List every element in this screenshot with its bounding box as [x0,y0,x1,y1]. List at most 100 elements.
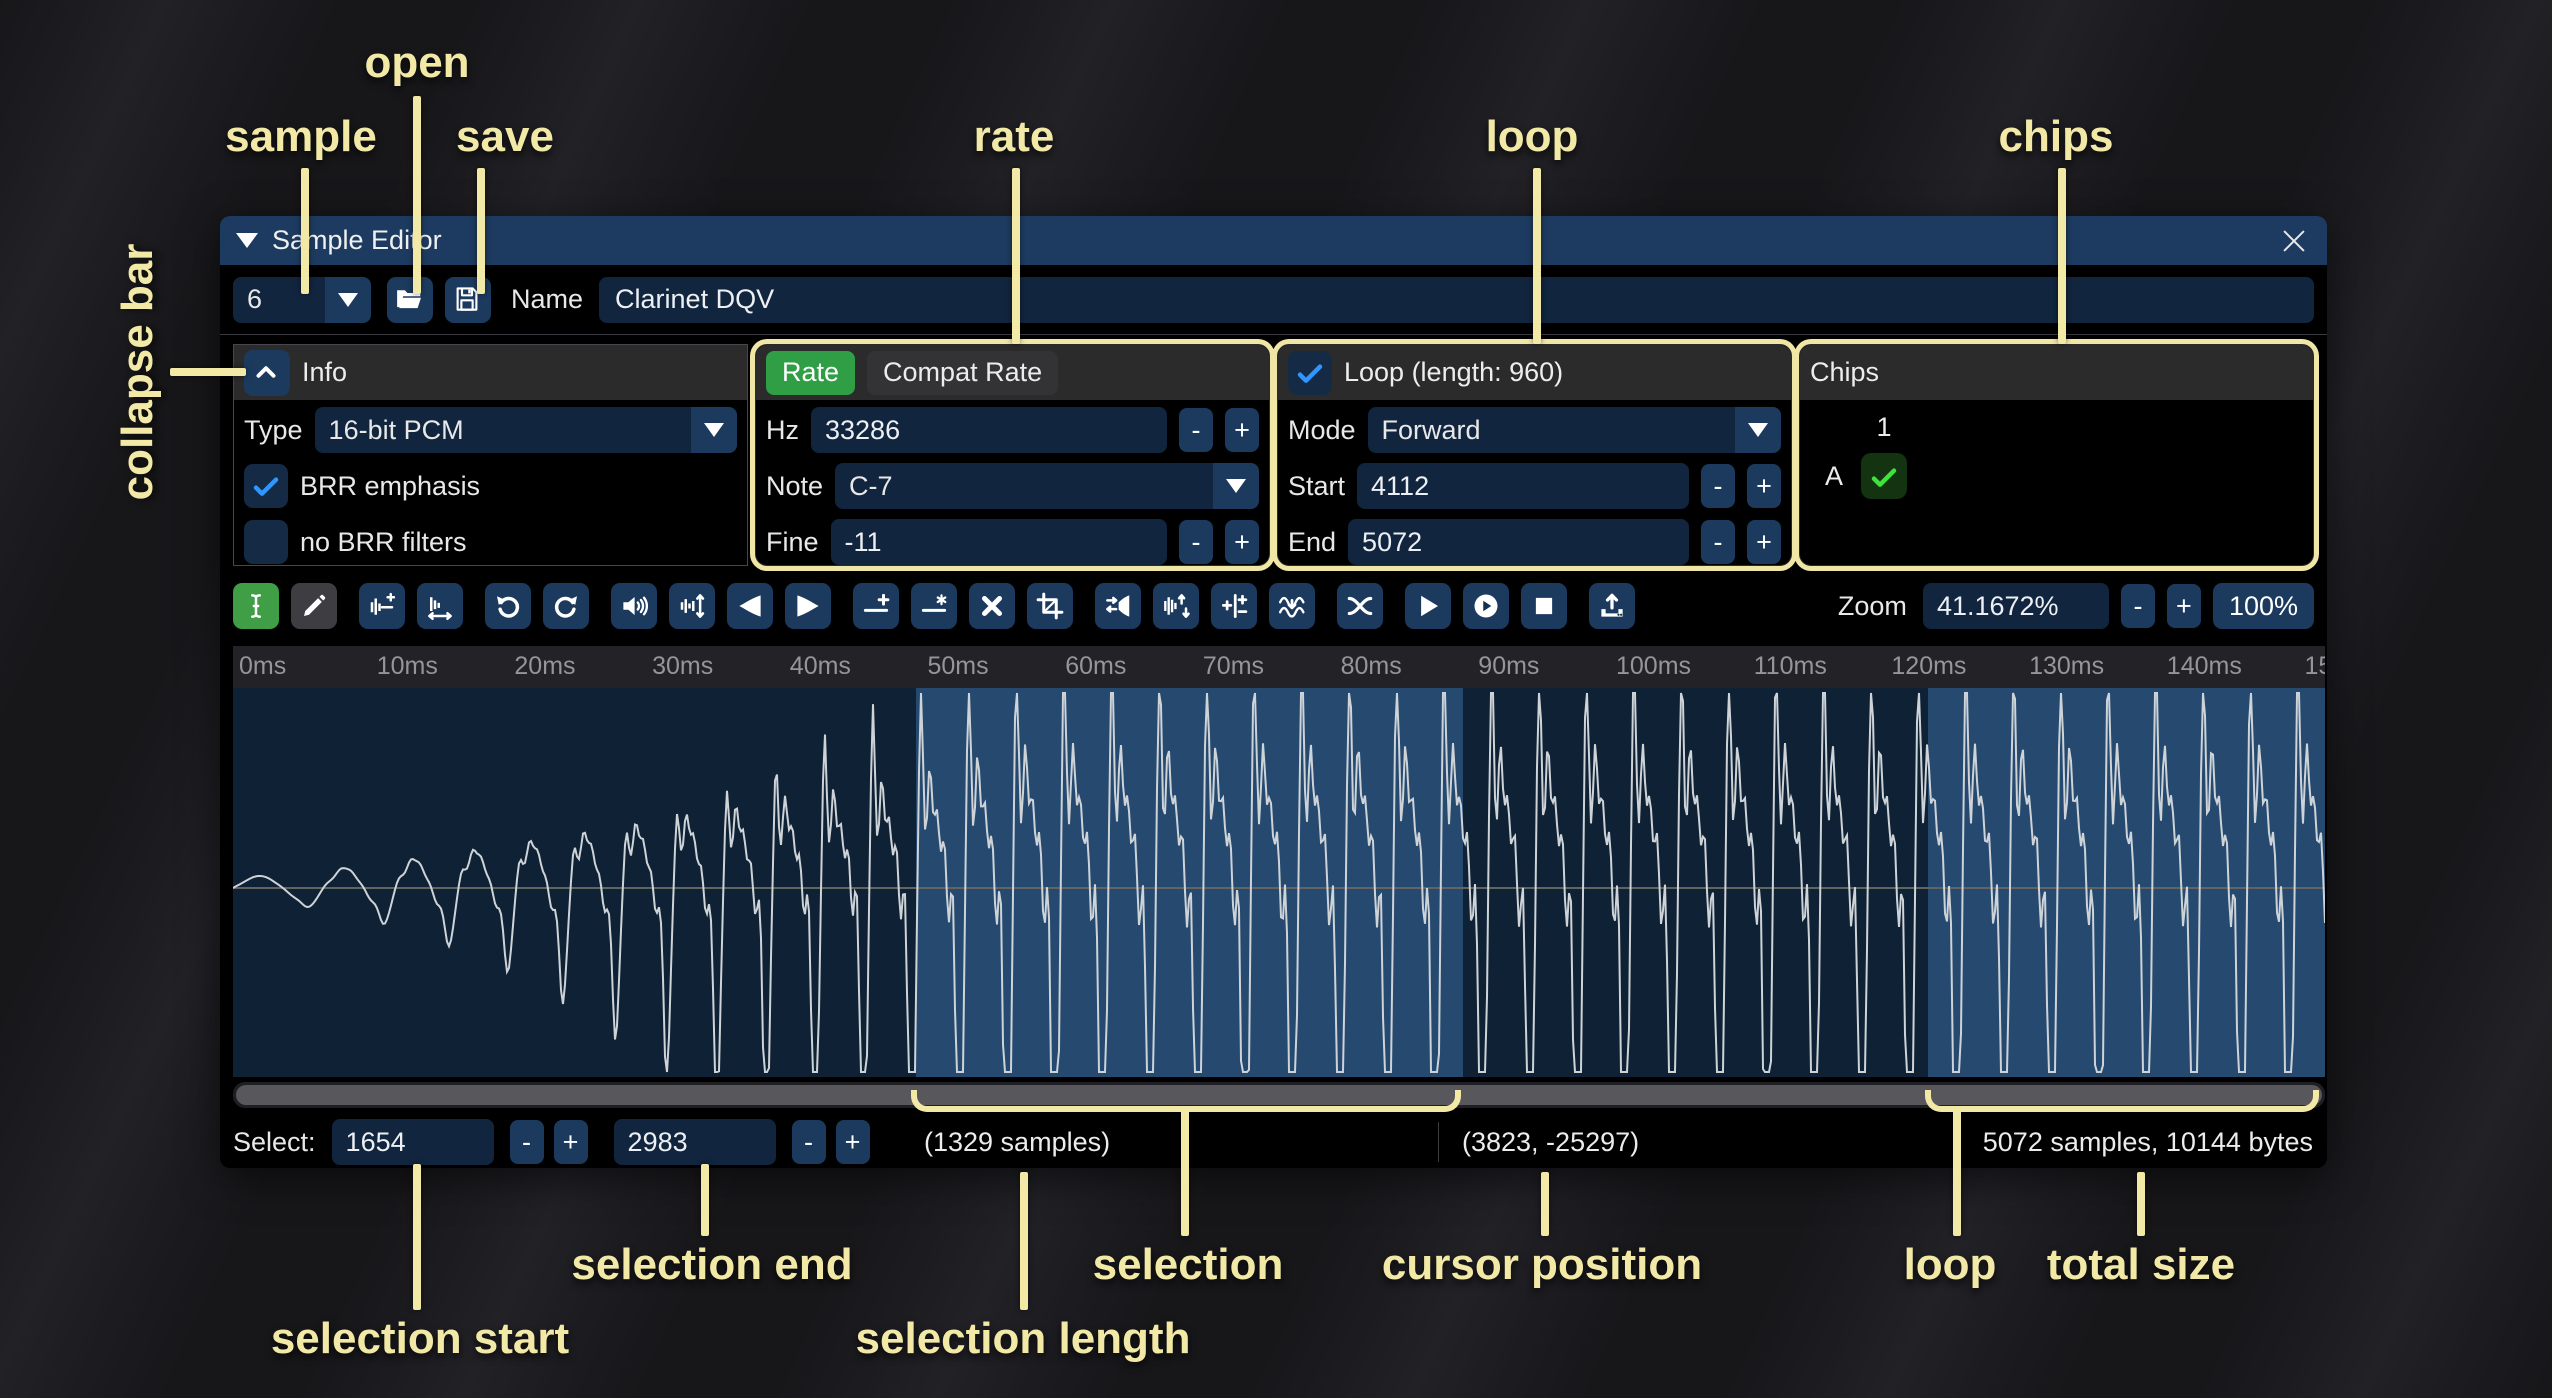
callout-line-selection-end [701,1164,709,1236]
redo-button[interactable] [543,583,589,629]
hz-input[interactable]: 33286 [811,407,1167,453]
collapse-bar-button[interactable] [244,350,290,396]
delete-icon [977,591,1007,621]
tab-rate[interactable]: Rate [766,351,855,395]
ruler-tick-label: 50ms [928,652,989,681]
insert-silence-button[interactable] [853,583,899,629]
chevron-down-icon[interactable] [691,407,737,453]
selection-end-decrement-button[interactable]: - [792,1120,826,1164]
zoom-value-input[interactable]: 41.1672% [1923,583,2109,629]
brr-emphasis-label: BRR emphasis [300,471,480,502]
open-sample-button[interactable] [387,277,433,323]
loop-end-input[interactable]: 5072 [1348,519,1689,565]
waveform-display[interactable] [233,688,2325,1077]
selection-start-increment-button[interactable]: + [554,1120,588,1164]
selection-start-input[interactable]: 1654 [332,1119,494,1165]
selection-end-increment-button[interactable]: + [836,1120,870,1164]
zoom-in-button[interactable]: + [2167,584,2201,628]
filter-button[interactable] [1269,583,1315,629]
callout-line-sample [301,168,309,294]
note-dropdown[interactable]: C-7 [835,463,1259,509]
fine-increment-button[interactable]: + [1225,520,1259,564]
zoom-out-button[interactable]: - [2121,584,2155,628]
annotation-cursor-position: cursor position [1382,1240,1702,1290]
apply-silence-button[interactable] [911,583,957,629]
note-value: C-7 [835,463,1213,509]
time-ruler[interactable]: 0ms10ms20ms30ms40ms50ms60ms70ms80ms90ms1… [233,646,2325,688]
close-icon[interactable] [2277,224,2311,258]
ruler-tick-label: 120ms [1891,652,1966,681]
selection-length-readout: (1329 samples) [924,1116,1110,1168]
callout-line-collapse-bar [170,368,246,376]
chips-section: Chips 1 A [1799,344,2314,566]
window-collapse-triangle-icon[interactable] [236,233,258,248]
import-icon [1597,591,1627,621]
crossfade-button[interactable] [1337,583,1383,629]
fine-input[interactable]: -11 [831,519,1167,565]
chevron-down-icon[interactable] [325,277,371,323]
edit-select-button[interactable] [233,583,279,629]
loop-end-increment-button[interactable]: + [1747,520,1781,564]
sample-name-input[interactable] [599,277,2314,323]
stop-button[interactable] [1521,583,1567,629]
invert-button[interactable] [1153,583,1199,629]
amplify-button[interactable] [611,583,657,629]
delete-button[interactable] [969,583,1015,629]
undo-button[interactable] [485,583,531,629]
draw-button[interactable] [291,583,337,629]
sample-number-value: 6 [233,277,325,323]
tab-compat-rate[interactable]: Compat Rate [867,351,1058,395]
brr-emphasis-checkbox[interactable] [244,464,288,508]
normalize-icon [677,591,707,621]
info-section: Info Type 16-bit PCM BRR emph [233,344,748,566]
loop-start-increment-button[interactable]: + [1747,464,1781,508]
total-size-readout: 5072 samples, 10144 bytes [1983,1116,2313,1168]
fade-in-button[interactable] [727,583,773,629]
check-icon [250,470,282,502]
window-titlebar[interactable]: Sample Editor [220,216,2327,265]
loop-start-decrement-button[interactable]: - [1701,464,1735,508]
ruler-tick-label: 110ms [1754,652,1827,681]
zoom-cluster: Zoom 41.1672% - + 100% [1838,583,2314,629]
ruler-tick-label: 90ms [1478,652,1539,681]
chips-title: Chips [1810,357,1879,388]
chevron-down-icon[interactable] [1735,407,1781,453]
crossfade-icon [1345,591,1375,621]
resample-button[interactable] [417,583,463,629]
loop-mode-dropdown[interactable]: Forward [1368,407,1781,453]
zoom-reset-button[interactable]: 100% [2213,583,2314,629]
selection-end-input[interactable]: 2983 [614,1119,776,1165]
info-title: Info [302,357,347,388]
zoom-label: Zoom [1838,591,1907,622]
chip-enable-checkbox[interactable] [1861,453,1907,499]
fade-out-button[interactable] [785,583,831,629]
preview-selection-button[interactable] [1463,583,1509,629]
loop-start-input[interactable]: 4112 [1357,463,1689,509]
sample-type-dropdown[interactable]: 16-bit PCM [315,407,737,453]
callout-line-selection-start [413,1164,421,1310]
loop-enable-checkbox[interactable] [1288,351,1332,395]
normalize-button[interactable] [669,583,715,629]
annotation-open: open [364,38,469,88]
fade-in-icon [735,591,765,621]
resize-button[interactable] [359,583,405,629]
annotation-total-size: total size [2047,1240,2235,1290]
hz-decrement-button[interactable]: - [1179,408,1213,452]
hz-increment-button[interactable]: + [1225,408,1259,452]
check-icon [1868,460,1900,492]
loop-end-decrement-button[interactable]: - [1701,520,1735,564]
trim-button[interactable] [1027,583,1073,629]
import-button[interactable] [1589,583,1635,629]
sign-convert-button[interactable] [1211,583,1257,629]
reverse-button[interactable] [1095,583,1141,629]
fine-decrement-button[interactable]: - [1179,520,1213,564]
selection-start-decrement-button[interactable]: - [510,1120,544,1164]
ruler-tick-label: 30ms [652,652,713,681]
sample-type-value: 16-bit PCM [315,407,691,453]
invert-icon [1161,591,1191,621]
chevron-down-icon[interactable] [1213,463,1259,509]
no-brr-filters-checkbox[interactable] [244,520,288,564]
callout-line-rate [1012,168,1020,344]
preview-button[interactable] [1405,583,1451,629]
fine-label: Fine [766,527,819,558]
